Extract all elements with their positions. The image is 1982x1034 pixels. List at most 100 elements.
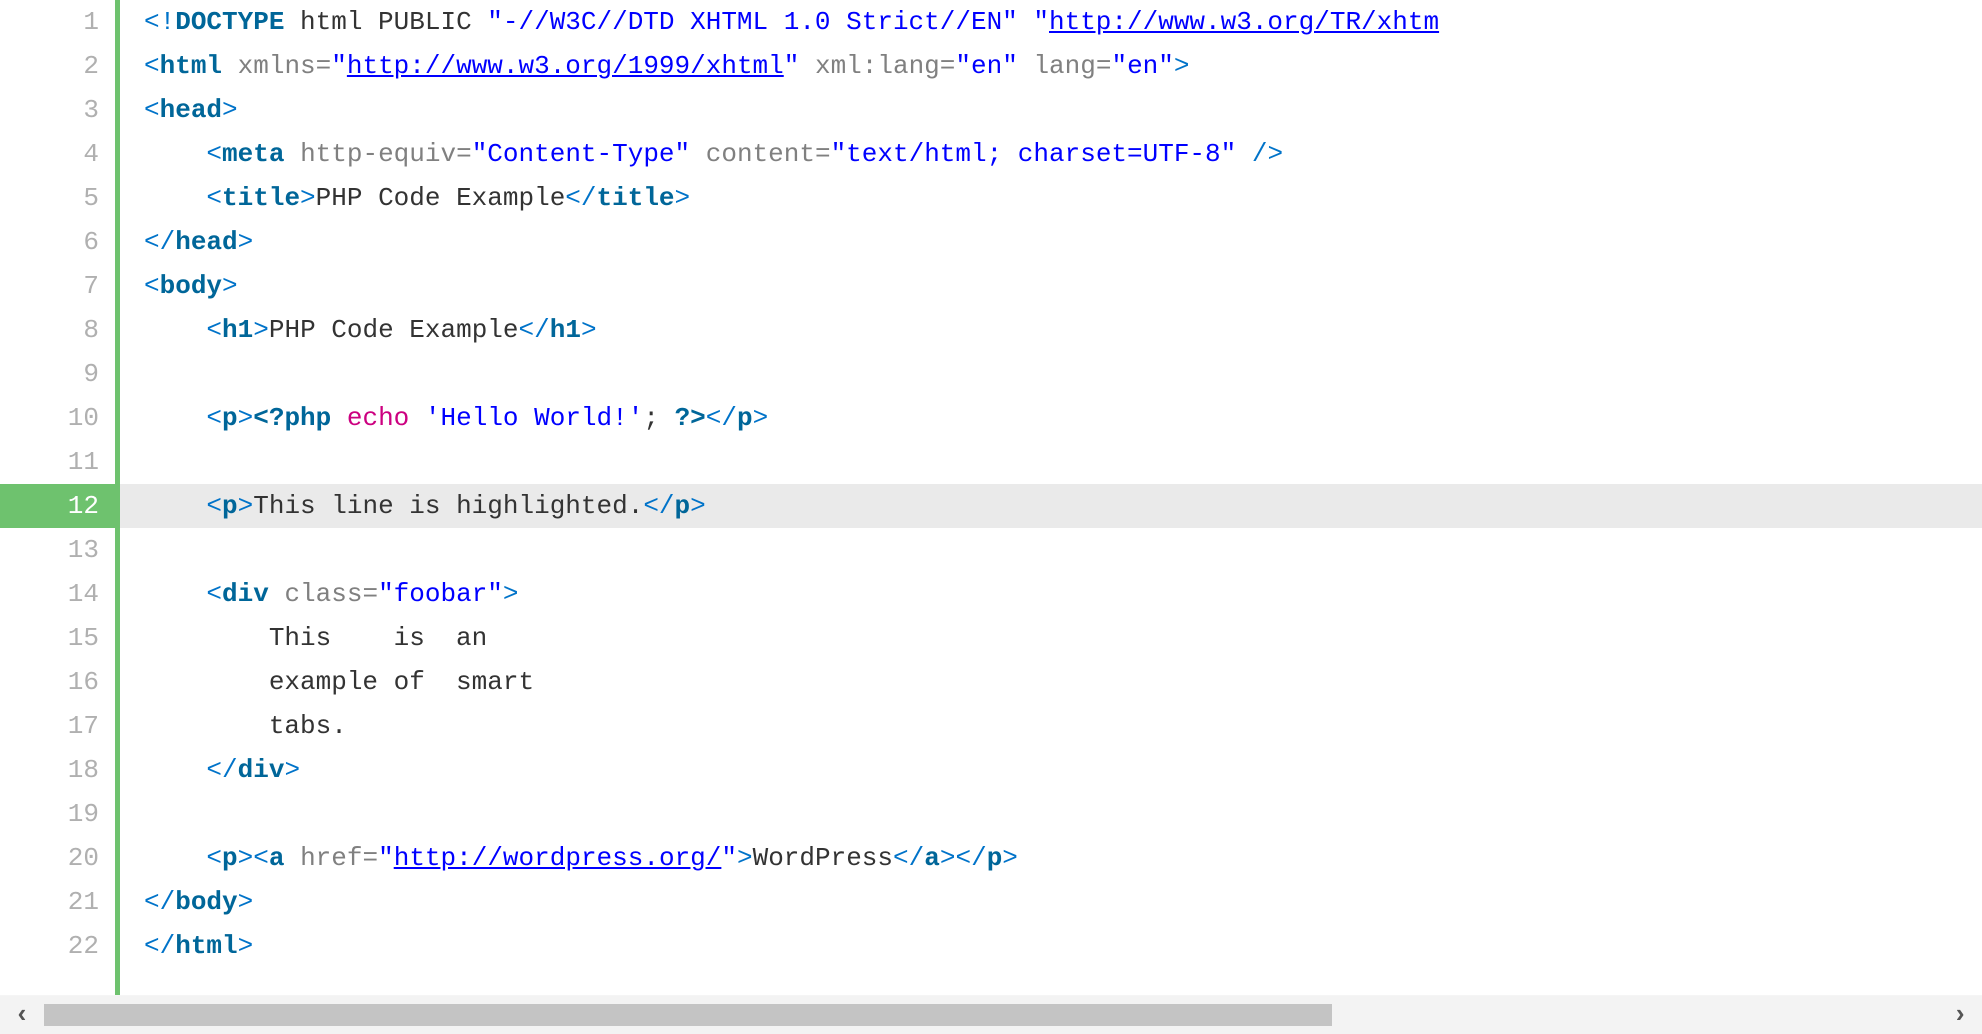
token-brkt: < [206,315,222,345]
line-number: 15 [0,616,115,660]
line-number: 5 [0,176,115,220]
token-brkt: > [1002,843,1018,873]
code-line[interactable]: <body> [120,264,1982,308]
code-line[interactable]: <h1>PHP Code Example</h1> [120,308,1982,352]
token-brkt: > [222,95,238,125]
token-brkt: < [144,95,160,125]
token-tag: div [222,579,269,609]
line-number: 12 [0,484,115,528]
token-txt [269,579,285,609]
scroll-track[interactable] [44,1004,1938,1026]
code-line[interactable]: <div class="foobar"> [120,572,1982,616]
token-tag: body [160,271,222,301]
token-txt [690,139,706,169]
token-tag: a [269,843,285,873]
token-brkt: < [206,491,222,521]
token-tag: head [160,95,222,125]
scroll-right-arrow-icon[interactable]: › [1938,996,1982,1034]
token-attr: = [1096,51,1112,81]
line-number: 21 [0,880,115,924]
token-brkt: </ [955,843,986,873]
code-line[interactable] [120,528,1982,572]
code-line[interactable]: </body> [120,880,1982,924]
code-line[interactable]: tabs. [120,704,1982,748]
code-line[interactable]: <title>PHP Code Example</title> [120,176,1982,220]
code-line[interactable]: example of smart [120,660,1982,704]
token-txt [331,403,347,433]
token-brkt: </ [144,887,175,917]
code-line[interactable]: <p>This line is highlighted.</p> [120,484,1982,528]
token-attr: http-equiv [300,139,456,169]
token-brkt: > [238,931,254,961]
token-tag: p [222,403,238,433]
code-line[interactable]: <p><?php echo 'Hello World!'; ?></p> [120,396,1982,440]
token-txt [799,51,815,81]
token-txt [409,403,425,433]
code-line[interactable] [120,440,1982,484]
scroll-thumb[interactable] [44,1004,1332,1026]
token-str: " [784,51,800,81]
line-number: 16 [0,660,115,704]
token-brkt: < [206,183,222,213]
token-txt: html PUBLIC [284,7,487,37]
token-str: " [1033,7,1049,37]
token-brkt: > [300,183,316,213]
token-str: " [331,51,347,81]
token-attr: xml:lang [815,51,940,81]
token-brkt: /> [1252,139,1283,169]
code-line[interactable]: This is an [120,616,1982,660]
token-brkt: > [238,491,254,521]
token-tag: a [924,843,940,873]
code-line[interactable]: <meta http-equiv="Content-Type" content=… [120,132,1982,176]
code-area[interactable]: <!DOCTYPE html PUBLIC "-//W3C//DTD XHTML… [120,0,1982,995]
token-brkt: > [238,227,254,257]
token-brkt: > [238,843,254,873]
token-attr: href [300,843,362,873]
code-line[interactable]: <!DOCTYPE html PUBLIC "-//W3C//DTD XHTML… [120,0,1982,44]
token-str: "text/html; charset=UTF-8" [831,139,1237,169]
token-tag: h1 [550,315,581,345]
token-brkt: > [238,887,254,917]
line-number: 22 [0,924,115,968]
code-line[interactable] [120,792,1982,836]
scroll-left-arrow-icon[interactable]: ‹ [0,996,44,1034]
line-number: 7 [0,264,115,308]
line-number: 10 [0,396,115,440]
token-tag: title [222,183,300,213]
token-attr: content [706,139,815,169]
token-txt: This line is highlighted. [253,491,643,521]
token-brkt: </ [706,403,737,433]
token-tag: p [222,843,238,873]
token-tag: body [175,887,237,917]
token-brkt: > [940,843,956,873]
token-brkt: < [144,271,160,301]
token-url: http://wordpress.org/ [394,843,722,873]
line-number: 1 [0,0,115,44]
line-number: 19 [0,792,115,836]
token-brkt: < [206,403,222,433]
code-line[interactable]: <html xmlns="http://www.w3.org/1999/xhtm… [120,44,1982,88]
token-tag: p [737,403,753,433]
token-attr: = [940,51,956,81]
token-brkt: </ [643,491,674,521]
code-line[interactable]: <head> [120,88,1982,132]
token-txt: WordPress [753,843,893,873]
code-line[interactable]: </head> [120,220,1982,264]
token-txt [1236,139,1252,169]
line-number: 17 [0,704,115,748]
line-number: 14 [0,572,115,616]
line-number: 2 [0,44,115,88]
code-line[interactable]: </html> [120,924,1982,968]
code-line[interactable] [120,352,1982,396]
gutter: 12345678910111213141516171819202122 [0,0,120,995]
horizontal-scrollbar[interactable]: ‹ › [0,996,1982,1034]
line-number: 13 [0,528,115,572]
token-tag: p [987,843,1003,873]
token-url: http://www.w3.org/1999/xhtml [347,51,784,81]
line-number: 20 [0,836,115,880]
token-txt: PHP Code Example [269,315,519,345]
code-line[interactable]: <p><a href="http://wordpress.org/">WordP… [120,836,1982,880]
code-line[interactable]: </div> [120,748,1982,792]
token-brkt: < [253,843,269,873]
token-brkt: </ [206,755,237,785]
